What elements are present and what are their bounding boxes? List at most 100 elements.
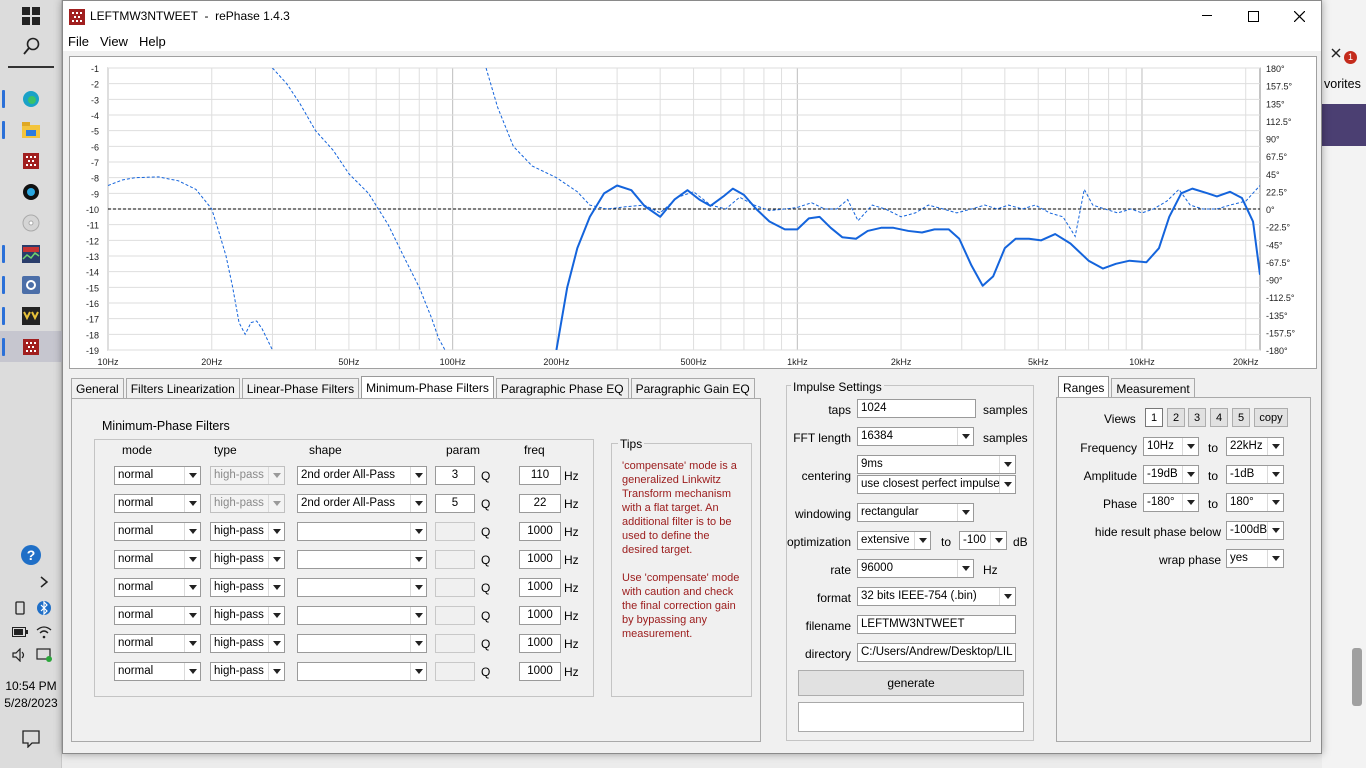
freq-field[interactable]: 1000 — [519, 578, 561, 597]
mode-select[interactable]: normal — [114, 494, 201, 513]
title-bar[interactable]: LEFTMW3NTWEET - rePhase 1.4.3 — [63, 1, 1321, 31]
mode-select[interactable]: normal — [114, 606, 201, 625]
clock-date[interactable]: 5/28/2023 — [0, 696, 62, 710]
display-icon[interactable] — [34, 643, 54, 667]
shape-select[interactable] — [297, 578, 427, 597]
type-select[interactable]: high-pass — [210, 522, 285, 541]
format-select[interactable]: 32 bits IEEE-754 (.bin) — [857, 587, 1016, 606]
hide-phase-select[interactable]: -100dB — [1226, 521, 1284, 540]
type-select[interactable]: high-pass — [210, 578, 285, 597]
menu-help[interactable]: Help — [139, 34, 166, 49]
help-icon[interactable]: ? — [16, 543, 46, 567]
volume-icon[interactable] — [10, 643, 30, 667]
notifications-icon[interactable] — [16, 727, 46, 751]
view-5-button[interactable]: 5 — [1232, 408, 1250, 427]
file-explorer-icon[interactable] — [16, 118, 46, 142]
freq-to-select[interactable]: 22kHz — [1226, 437, 1284, 456]
tab-filters-linearization[interactable]: Filters Linearization — [125, 378, 240, 398]
close-tab-icon[interactable] — [1331, 47, 1343, 59]
cd-icon[interactable] — [16, 211, 46, 235]
freq-field[interactable]: 110 — [519, 466, 561, 485]
type-select[interactable]: high-pass — [210, 634, 285, 653]
bluetooth-icon[interactable] — [34, 596, 54, 620]
menu-file[interactable]: File — [68, 34, 89, 49]
chevron-right-icon[interactable] — [34, 570, 54, 594]
shape-select[interactable] — [297, 550, 427, 569]
rephase-icon[interactable] — [16, 149, 46, 173]
optimization-db-select[interactable]: -100 — [959, 531, 1007, 550]
amp-to-select[interactable]: -1dB — [1226, 465, 1284, 484]
centering-mode-select[interactable]: use closest perfect impulse — [857, 475, 1016, 494]
shape-select[interactable] — [297, 634, 427, 653]
scrollbar-thumb[interactable] — [1352, 648, 1362, 706]
mode-select[interactable]: normal — [114, 578, 201, 597]
close-button[interactable] — [1276, 1, 1322, 31]
minimize-button[interactable] — [1184, 1, 1230, 31]
tab-measurement[interactable]: Measurement — [1111, 378, 1195, 398]
search-icon[interactable] — [16, 34, 46, 58]
tab-paragraphic-gain-eq[interactable]: Paragraphic Gain EQ — [630, 378, 755, 398]
param-field[interactable]: 3 — [435, 466, 475, 485]
centering-select[interactable]: 9ms — [857, 455, 1016, 474]
freq-field[interactable]: 1000 — [519, 550, 561, 569]
type-select[interactable]: high-pass — [210, 662, 285, 681]
response-graph[interactable]: -1 -2 -3 -4 -5 -6 -7 -8 -9 -10 -11 -12 -13 -14 -15 -16 -… — [69, 56, 1317, 369]
view-3-button[interactable]: 3 — [1188, 408, 1206, 427]
clock-time[interactable]: 10:54 PM — [0, 679, 62, 693]
shape-select[interactable] — [297, 606, 427, 625]
tab-paragraphic-phase-eq[interactable]: Paragraphic Phase EQ — [495, 378, 629, 398]
wrap-phase-select[interactable]: yes — [1226, 549, 1284, 568]
shape-select[interactable]: 2nd order All-Pass — [297, 466, 427, 485]
amp-from-select[interactable]: -19dB — [1143, 465, 1199, 484]
generate-button[interactable]: generate — [798, 670, 1024, 696]
optimization-select[interactable]: extensive — [857, 531, 931, 550]
fft-length-select[interactable]: 16384 — [857, 427, 974, 446]
type-select[interactable]: high-pass — [210, 550, 285, 569]
rate-select[interactable]: 96000 — [857, 559, 974, 578]
freq-field[interactable]: 1000 — [519, 634, 561, 653]
shape-select[interactable] — [297, 522, 427, 541]
favorites-label[interactable]: vorites — [1324, 77, 1361, 91]
mode-select[interactable]: normal — [114, 634, 201, 653]
hz-unit: Hz — [564, 497, 579, 511]
phase-to-select[interactable]: 180° — [1226, 493, 1284, 512]
shape-select[interactable] — [297, 662, 427, 681]
mode-select[interactable]: normal — [114, 662, 201, 681]
freq-field[interactable]: 1000 — [519, 522, 561, 541]
windowing-select[interactable]: rectangular — [857, 503, 974, 522]
rew-icon[interactable] — [16, 242, 46, 266]
param-field[interactable]: 5 — [435, 494, 475, 513]
menu-view[interactable]: View — [100, 34, 128, 49]
wifi-icon[interactable] — [34, 620, 54, 644]
edge-icon[interactable] — [16, 87, 46, 111]
directory-field[interactable]: C:/Users/Andrew/Desktop/LIL H — [857, 643, 1016, 662]
tab-ranges[interactable]: Ranges — [1058, 376, 1110, 398]
tab-linear-phase-filters[interactable]: Linear-Phase Filters — [241, 378, 360, 398]
freq-from-select[interactable]: 10Hz — [1143, 437, 1199, 456]
media-player-icon[interactable] — [16, 180, 46, 204]
view-1-button[interactable]: 1 — [1145, 408, 1163, 427]
mode-select[interactable]: normal — [114, 466, 201, 485]
voicemeeter-icon[interactable] — [16, 304, 46, 328]
graph-svg[interactable]: -1 -2 -3 -4 -5 -6 -7 -8 -9 -10 -11 -12 -13 -14 -15 -16 -… — [70, 57, 1316, 368]
freq-field[interactable]: 22 — [519, 494, 561, 513]
settings-app-icon[interactable] — [16, 273, 46, 297]
rephase-active-icon[interactable] — [16, 335, 46, 359]
taps-field[interactable]: 1024 — [857, 399, 976, 418]
shape-select[interactable]: 2nd order All-Pass — [297, 494, 427, 513]
phase-from-select[interactable]: -180° — [1143, 493, 1199, 512]
maximize-button[interactable] — [1230, 1, 1276, 31]
copy-view-button[interactable]: copy — [1254, 408, 1288, 427]
tab-minimum-phase-filters[interactable]: Minimum-Phase Filters — [361, 376, 494, 398]
type-select[interactable]: high-pass — [210, 606, 285, 625]
filename-field[interactable]: LEFTMW3NTWEET — [857, 615, 1016, 634]
mode-select[interactable]: normal — [114, 550, 201, 569]
windows-icon[interactable] — [16, 4, 46, 28]
tab-general[interactable]: General — [71, 378, 124, 398]
view-2-button[interactable]: 2 — [1167, 408, 1185, 427]
view-4-button[interactable]: 4 — [1210, 408, 1228, 427]
phone-link-icon[interactable] — [10, 596, 30, 620]
freq-field[interactable]: 1000 — [519, 606, 561, 625]
mode-select[interactable]: normal — [114, 522, 201, 541]
freq-field[interactable]: 1000 — [519, 662, 561, 681]
